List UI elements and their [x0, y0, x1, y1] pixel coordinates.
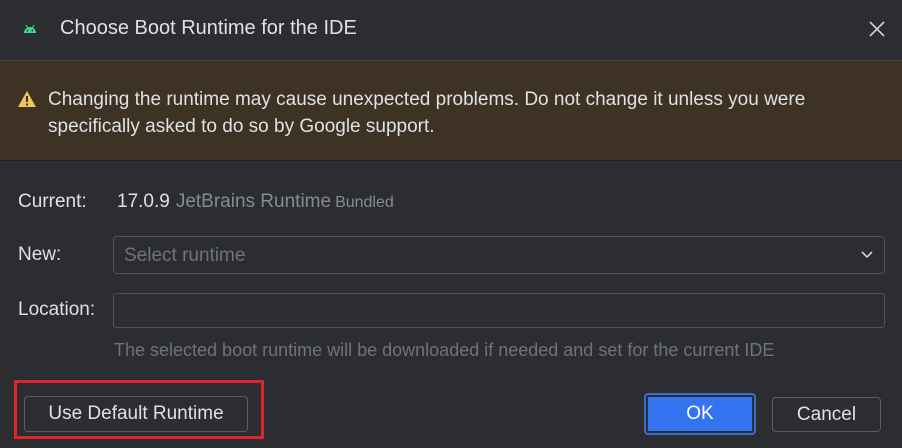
location-input[interactable]	[113, 293, 885, 328]
use-default-runtime-button[interactable]: Use Default Runtime	[24, 396, 248, 432]
location-label: Location:	[18, 299, 96, 320]
download-hint: The selected boot runtime will be downlo…	[114, 340, 775, 360]
chevron-down-icon	[861, 251, 873, 259]
current-version: 17.0.9	[117, 191, 170, 212]
warning-banner: Changing the runtime may cause unexpecte…	[0, 60, 902, 161]
new-label: New:	[18, 244, 62, 265]
current-vendor: JetBrains Runtime	[175, 191, 332, 212]
current-runtime-value: 17.0.9 JetBrains Runtime Bundled	[117, 191, 394, 213]
warning-text: Changing the runtime may cause unexpecte…	[48, 89, 806, 137]
close-icon[interactable]	[865, 17, 889, 41]
android-icon	[24, 24, 36, 33]
runtime-select[interactable]: Select runtime	[113, 236, 885, 274]
current-label: Current:	[18, 191, 87, 212]
dialog-titlebar: Choose Boot Runtime for the IDE	[0, 0, 902, 60]
choose-boot-runtime-dialog: Choose Boot Runtime for the IDE Changing…	[0, 0, 902, 448]
runtime-select-placeholder: Select runtime	[124, 245, 246, 266]
current-bundled-tag: Bundled	[335, 194, 394, 211]
ok-button[interactable]: OK	[644, 393, 756, 435]
warning-icon	[18, 91, 36, 107]
cancel-button[interactable]: Cancel	[772, 397, 881, 432]
dialog-title: Choose Boot Runtime for the IDE	[60, 17, 357, 39]
